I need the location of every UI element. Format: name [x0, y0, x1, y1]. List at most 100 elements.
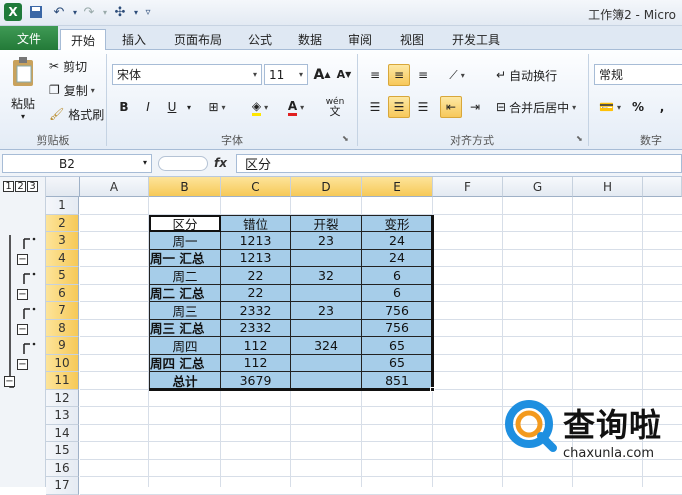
orientation-button[interactable]: ⟋ ▾ — [442, 64, 472, 86]
row-header-17[interactable]: 17 — [46, 477, 79, 495]
excel-logo-icon[interactable]: X — [4, 3, 22, 21]
table-cell[interactable]: 周一 汇总 — [149, 249, 221, 267]
table-cell[interactable]: 6 — [362, 267, 433, 285]
column-header-h[interactable]: H — [573, 177, 643, 197]
table-cell[interactable]: 65 — [362, 337, 433, 355]
alignment-dialog-launcher-icon[interactable]: ⬊ — [576, 134, 583, 143]
cut-button[interactable]: ✂ 剪切 — [48, 56, 88, 76]
column-header-e[interactable]: E — [362, 177, 433, 197]
header-cell[interactable]: 变形 — [362, 214, 433, 232]
copy-button[interactable]: ❐ 复制 ▾ — [48, 80, 96, 100]
select-all-button[interactable] — [46, 177, 80, 197]
save-icon[interactable] — [27, 3, 45, 21]
row-header-11[interactable]: 11 — [46, 372, 79, 390]
align-middle-button[interactable]: ≡ — [388, 64, 410, 86]
tab-data[interactable]: 数据 — [288, 29, 332, 50]
table-cell[interactable]: 756 — [362, 302, 433, 320]
row-header-14[interactable]: 14 — [46, 424, 79, 442]
copy-dropdown-icon[interactable]: ▾ — [91, 86, 95, 95]
row-header-15[interactable]: 15 — [46, 442, 79, 460]
tab-formulas[interactable]: 公式 — [238, 29, 282, 50]
paste-button[interactable]: 粘贴 ▾ — [6, 56, 40, 121]
table-cell[interactable]: 周一 — [149, 232, 221, 250]
outline-level-3-button[interactable]: 3 — [27, 181, 38, 192]
table-cell[interactable]: 周四 汇总 — [149, 354, 221, 372]
tab-review[interactable]: 审阅 — [338, 29, 382, 50]
row-header-5[interactable]: 5 — [46, 267, 79, 285]
row-header-9[interactable]: 9 — [46, 337, 79, 355]
fill-handle[interactable] — [430, 386, 435, 392]
table-cell[interactable]: 32 — [291, 267, 362, 285]
table-cell[interactable]: 112 — [221, 337, 291, 355]
table-cell[interactable]: 756 — [362, 319, 433, 337]
underline-dropdown-icon[interactable]: ▾ — [184, 96, 194, 118]
column-header-b[interactable]: B — [149, 177, 221, 197]
table-cell[interactable]: 2332 — [221, 302, 291, 320]
header-cell[interactable]: 开裂 — [291, 214, 362, 232]
collapse-group-2-button[interactable]: − — [17, 289, 28, 300]
table-cell[interactable]: 周二 汇总 — [149, 284, 221, 302]
table-cell[interactable]: 23 — [291, 232, 362, 250]
row-header-3[interactable]: 3 — [46, 232, 79, 250]
table-cell[interactable] — [291, 249, 362, 267]
column-header-d[interactable]: D — [291, 177, 362, 197]
table-cell[interactable]: 22 — [221, 284, 291, 302]
insert-function-icon[interactable]: fx — [214, 156, 227, 170]
table-cell[interactable]: 周三 — [149, 302, 221, 320]
name-box[interactable]: B2 — [2, 154, 152, 173]
outline-level-1-button[interactable]: 1 — [3, 181, 14, 192]
row-header-16[interactable]: 16 — [46, 459, 79, 477]
bold-button[interactable]: B — [114, 96, 134, 118]
wrap-text-button[interactable]: ↵ 自动换行 — [492, 64, 561, 86]
percent-style-button[interactable]: % — [628, 96, 648, 118]
comma-style-button[interactable]: , — [652, 96, 672, 118]
collapse-group-3-button[interactable]: − — [17, 324, 28, 335]
table-cell[interactable]: 2332 — [221, 319, 291, 337]
table-cell[interactable]: 24 — [362, 232, 433, 250]
table-cell[interactable] — [291, 354, 362, 372]
tab-view[interactable]: 视图 — [390, 29, 434, 50]
table-cell[interactable]: 周三 汇总 — [149, 319, 221, 337]
table-cell[interactable]: 22 — [221, 267, 291, 285]
tab-page-layout[interactable]: 页面布局 — [164, 29, 232, 50]
outline-level-2-button[interactable]: 2 — [15, 181, 26, 192]
font-color-button[interactable]: A ▾ — [280, 96, 312, 118]
column-header-f[interactable]: F — [433, 177, 503, 197]
collapse-level-1-button[interactable]: − — [4, 376, 15, 387]
row-header-4[interactable]: 4 — [46, 249, 79, 267]
tab-file[interactable]: 文件 — [0, 26, 58, 50]
table-cell[interactable]: 1213 — [221, 232, 291, 250]
align-right-button[interactable]: ☰ — [412, 96, 434, 118]
align-center-button[interactable]: ☰ — [388, 96, 410, 118]
row-header-12[interactable]: 12 — [46, 389, 79, 407]
collapse-group-4-button[interactable]: − — [17, 359, 28, 370]
table-cell[interactable]: 23 — [291, 302, 362, 320]
column-header-a[interactable]: A — [80, 177, 149, 197]
phonetic-guide-button[interactable]: wén 文 — [320, 96, 350, 118]
column-header-g[interactable]: G — [503, 177, 573, 197]
tab-developer[interactable]: 开发工具 — [442, 29, 510, 50]
table-cell[interactable] — [291, 284, 362, 302]
header-cell[interactable]: 区分 — [149, 214, 221, 232]
tab-home[interactable]: 开始 — [60, 29, 107, 50]
formula-input[interactable]: 区分 — [236, 154, 682, 173]
underline-button[interactable]: U — [162, 96, 182, 118]
italic-button[interactable]: I — [138, 96, 158, 118]
font-dialog-launcher-icon[interactable]: ⬊ — [342, 134, 349, 143]
borders-button[interactable]: ⊞ ▾ — [202, 96, 232, 118]
table-cell[interactable]: 周二 — [149, 267, 221, 285]
header-cell[interactable]: 错位 — [221, 214, 291, 232]
formula-expand-handle[interactable] — [158, 156, 208, 171]
table-cell[interactable]: 65 — [362, 354, 433, 372]
merge-center-button[interactable]: ⊟ 合并后居中 ▾ — [492, 96, 580, 118]
row-header-10[interactable]: 10 — [46, 354, 79, 372]
fill-color-button[interactable]: ◈ ▾ — [244, 96, 276, 118]
font-name-select[interactable]: 宋体 ▾ — [112, 64, 262, 85]
shrink-font-button[interactable]: A ▼ — [334, 64, 354, 85]
collapse-group-1-button[interactable]: − — [17, 254, 28, 265]
align-top-button[interactable]: ≡ — [364, 64, 386, 86]
tab-insert[interactable]: 插入 — [112, 29, 156, 50]
table-cell[interactable]: 1213 — [221, 249, 291, 267]
number-format-select[interactable]: 常规 — [594, 64, 682, 85]
row-header-7[interactable]: 7 — [46, 302, 79, 320]
